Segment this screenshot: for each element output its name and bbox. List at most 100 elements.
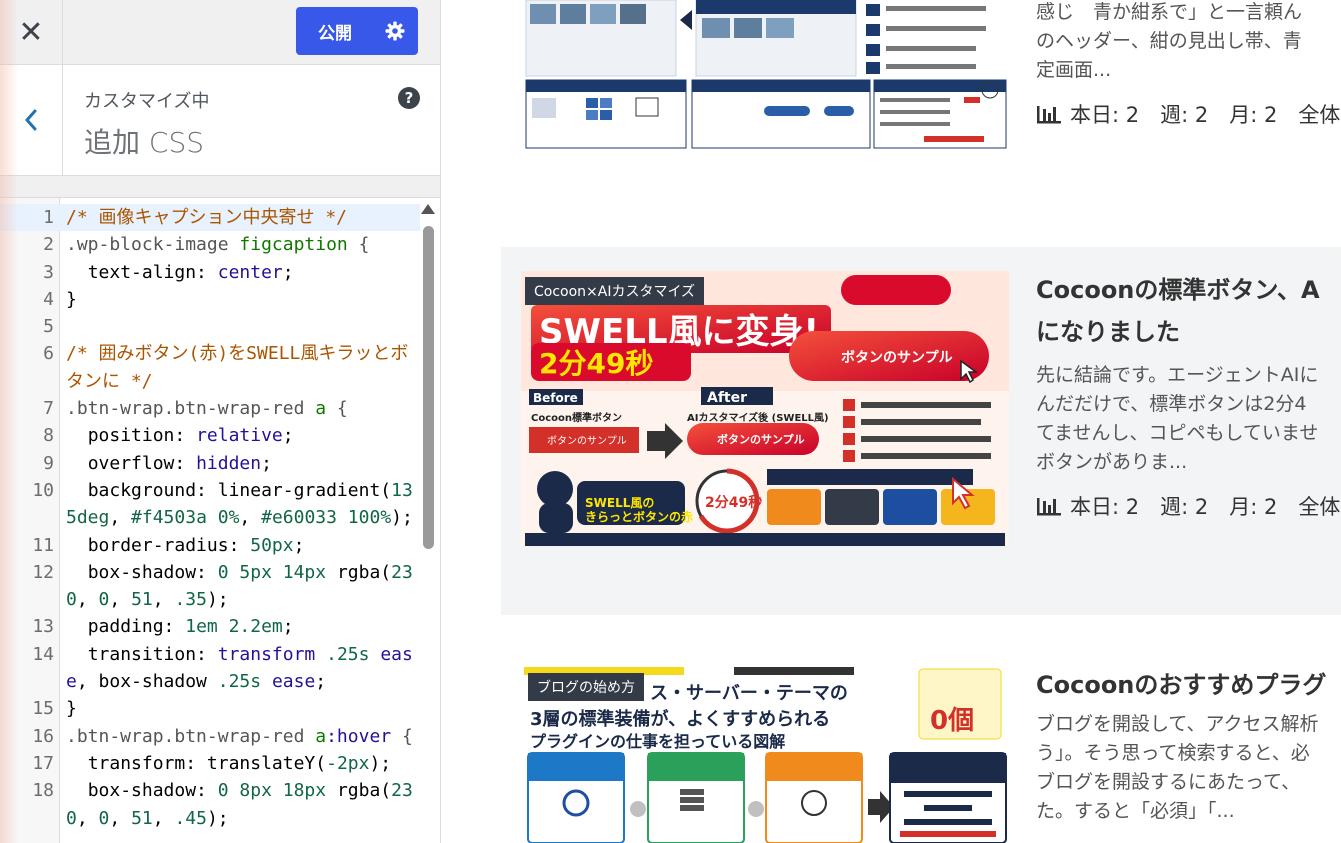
svg-text:2分49秒: 2分49秒 <box>705 494 762 511</box>
code-text[interactable]: transform: translateY(-2px); <box>60 750 420 777</box>
code-text[interactable]: box-shadow: 0 5px 14px rgba(230, 0, 51, … <box>60 559 420 614</box>
thumb-std-label: Cocoon標準ボタン <box>531 411 622 424</box>
code-token: #f4503a 0% <box>131 507 240 529</box>
code-text[interactable]: } <box>60 695 420 722</box>
code-token: , <box>109 589 132 611</box>
code-line[interactable]: 13 padding: 1em 2.2em; <box>0 613 420 640</box>
code-line[interactable]: 12 box-shadow: 0 5px 14px rgba(230, 0, 5… <box>0 559 420 614</box>
code-line[interactable]: 6 /* 囲みボタン(赤)をSWELL風キラッとボタンに */ <box>0 340 420 395</box>
line-number: 15 <box>32 698 54 720</box>
publish-button[interactable]: 公開 <box>296 7 372 55</box>
code-token: .wp-block-image <box>66 234 240 256</box>
post-card[interactable]: 感じ 青か紺系で」と一言頼ん のヘッダー、紺の見出し帯、青 定画面... 本日:… <box>501 0 1341 160</box>
code-text[interactable]: .btn-wrap.btn-wrap-red a:hover { <box>60 723 420 750</box>
code-lines[interactable]: 1 /* 画像キャプション中央寄せ */ 2 .wp-block-image figc… <box>0 204 420 832</box>
code-line[interactable]: 4} <box>0 286 420 313</box>
thumb-headline-2: 3層の標準装備が、よくすすめられる <box>530 708 830 730</box>
code-line[interactable]: 14 transition: transform .25s ease , box-… <box>0 641 420 696</box>
post-excerpt: 先に結論です。エージェントAIに んだだけで、標準ボタンは2分4 てませんし、コ… <box>1036 361 1341 477</box>
close-button[interactable]: ✕ <box>0 0 63 64</box>
editor-scrollbar[interactable] <box>423 226 434 549</box>
code-text[interactable]: box-shadow: 0 8px 18px rgba(230, 0, 51, … <box>60 777 420 832</box>
excerpt-line: 感じ 青か紺系で」と一言頼ん <box>1036 1 1303 23</box>
post-thumbnail[interactable]: ス・サーバー・テーマの 3層の標準装備が、よくすすめられる プラグインの仕事を担… <box>524 667 1009 843</box>
code-text[interactable] <box>60 313 420 340</box>
svg-text:SWELL風の: SWELL風の <box>585 496 654 510</box>
code-text[interactable]: border-radius: 50px; <box>60 532 420 559</box>
code-line[interactable]: 2 .wp-block-image figcaption { <box>0 231 420 258</box>
code-token: 51 <box>131 589 153 611</box>
title-line[interactable]: になりました <box>1036 311 1341 353</box>
code-token: rgba( <box>326 561 392 583</box>
excerpt-line: のヘッダー、紺の見出し帯、青 <box>1036 30 1302 52</box>
code-text[interactable]: padding: 1em 2.2em; <box>60 613 420 640</box>
code-line[interactable]: 18 box-shadow: 0 8px 18px rgba(230, 0, 5… <box>0 777 420 832</box>
customizing-label: カスタマイズ中 <box>84 91 210 112</box>
post-title[interactable]: Cocoonの標準ボタン、A になりました <box>1036 269 1341 353</box>
excerpt-line: ブログを開設して、アクセス解析 <box>1036 713 1319 735</box>
thumb-ai-label: AIカスタマイズ後 (SWELL風) <box>687 411 829 424</box>
code-token: , box-shadow <box>76 671 218 693</box>
code-token: ; <box>282 261 294 283</box>
code-text[interactable]: .wp-block-image figcaption { <box>60 231 420 258</box>
code-token: { <box>326 398 348 420</box>
scroll-up-arrow-icon[interactable] <box>421 204 435 214</box>
post-thumbnail[interactable] <box>524 0 1009 150</box>
code-text[interactable]: } <box>60 286 420 313</box>
post-card[interactable]: SWELL風に変身! 2分49秒 ボタンのサンプル Before Cocoon標… <box>501 247 1341 615</box>
thumb-after: After <box>707 390 747 406</box>
code-line[interactable]: 7 .btn-wrap.btn-wrap-red a { <box>0 395 420 422</box>
code-token: ); <box>206 807 229 829</box>
code-line[interactable]: 5 <box>0 313 420 340</box>
code-line[interactable]: 3 text-align: center; <box>0 259 420 286</box>
line-number: 2 <box>43 234 54 256</box>
code-line[interactable]: 9 overflow: hidden; <box>0 450 420 477</box>
title-line[interactable]: Cocoonのおすすめプラグ <box>1036 664 1341 706</box>
code-line[interactable]: 10 background: linear-gradient(135deg, #… <box>0 477 420 532</box>
thumb-headline-3: プラグインの仕事を担っている図解 <box>530 732 785 751</box>
thumb-headline-1: ス・サーバー・テーマの <box>650 683 848 704</box>
code-text[interactable]: transition: transform .25s ease , box-sha… <box>60 641 420 696</box>
code-line[interactable]: 8 position: relative; <box>0 422 420 449</box>
code-text[interactable]: /* 画像キャプション中央寄せ */ <box>60 204 420 231</box>
line-number: 4 <box>43 288 54 310</box>
code-line[interactable]: 11 border-radius: 50px; <box>0 532 420 559</box>
code-text[interactable]: text-align: center; <box>60 259 420 286</box>
css-code-editor[interactable]: 1 /* 画像キャプション中央寄せ */ 2 .wp-block-image figc… <box>0 197 440 843</box>
chevron-left-icon <box>25 109 37 131</box>
thumb-sample-button: ボタンのサンプル <box>841 350 953 366</box>
back-button[interactable] <box>0 65 63 175</box>
category-badge[interactable]: Cocoon×AIカスタマイズ <box>525 277 705 305</box>
code-text[interactable]: .btn-wrap.btn-wrap-red a { <box>60 395 420 422</box>
code-text[interactable]: background: linear-gradient(135deg, #f45… <box>60 477 420 532</box>
post-card[interactable]: ス・サーバー・テーマの 3層の標準装備が、よくすすめられる プラグインの仕事を担… <box>501 640 1341 843</box>
category-badge[interactable]: ブログの始め方 <box>528 673 644 701</box>
customizer-header: ✕ 公開 <box>0 0 440 65</box>
code-token: position: <box>66 425 197 447</box>
code-text[interactable]: /* 囲みボタン(赤)をSWELL風キラッとボタンに */ <box>60 340 420 395</box>
post-thumbnail[interactable]: SWELL風に変身! 2分49秒 ボタンのサンプル Before Cocoon標… <box>521 271 1009 546</box>
post-view-stats: 本日: 2 週: 2 月: 2 全体 <box>1036 99 1341 129</box>
line-number: 9 <box>43 452 54 474</box>
help-icon[interactable]: ? <box>398 87 420 109</box>
excerpt-line: 定画面... <box>1036 59 1112 81</box>
code-token: rgba( <box>326 780 392 802</box>
code-line[interactable]: 15} <box>0 695 420 722</box>
section-header: カスタマイズ中 追加 CSS ? <box>0 65 440 176</box>
code-token: /* 囲みボタン(赤)をSWELL風キラッとボタンに */ <box>66 343 409 392</box>
code-text[interactable]: overflow: hidden; <box>60 450 420 477</box>
code-text[interactable]: position: relative; <box>60 422 420 449</box>
thumbnail-graphic <box>524 0 1009 150</box>
code-line[interactable]: 16 .btn-wrap.btn-wrap-red a:hover { <box>0 723 420 750</box>
code-line[interactable]: 17 transform: translateY(-2px); <box>0 750 420 777</box>
publish-settings-button[interactable] <box>372 7 418 55</box>
svg-text:きらっとボタンの赤: きらっとボタンの赤 <box>585 509 693 524</box>
post-title[interactable]: Cocoonのおすすめプラグ <box>1036 664 1341 706</box>
line-number: 18 <box>32 780 54 802</box>
code-token: { <box>391 725 413 747</box>
code-line[interactable]: 1 /* 画像キャプション中央寄せ */ <box>0 204 420 232</box>
code-token: :hover <box>326 725 392 747</box>
title-line[interactable]: Cocoonの標準ボタン、A <box>1036 269 1341 311</box>
